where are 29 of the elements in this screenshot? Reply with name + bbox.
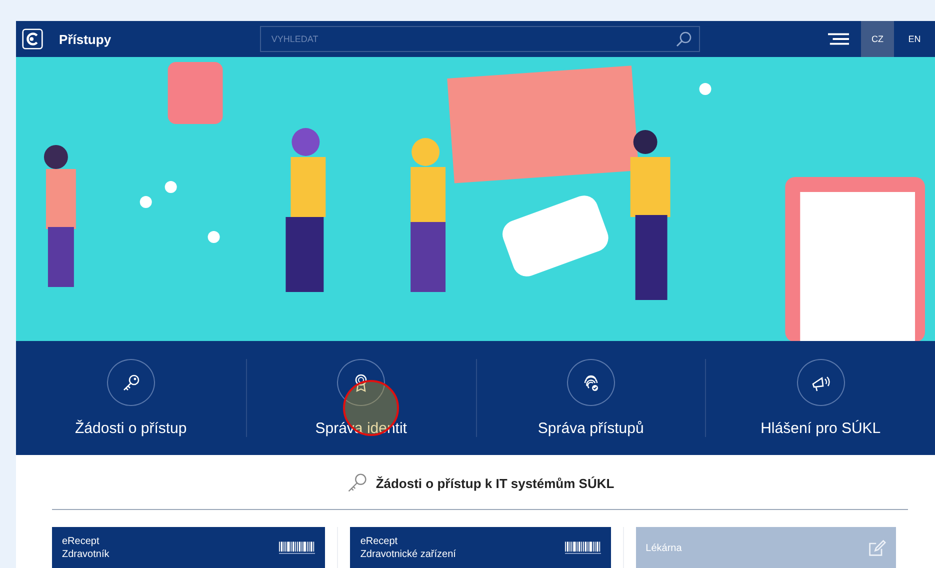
fingerprint-icon	[566, 359, 615, 406]
key-icon	[346, 472, 368, 494]
section-title: Žádosti o přístup k IT systémům SÚKL	[376, 476, 614, 490]
search-field[interactable]: VYHLEDAT	[260, 26, 700, 52]
app-title[interactable]: Přístupy	[59, 32, 202, 46]
menu-icon[interactable]	[828, 33, 850, 45]
megaphone-icon	[796, 359, 845, 406]
card-label: Zdravotnické zařízení	[360, 548, 456, 561]
nav-label: Správa přístupů	[538, 420, 644, 437]
card-label: eRecept	[360, 535, 399, 548]
key-icon	[106, 359, 155, 406]
badge-icon	[337, 359, 386, 406]
search-icon[interactable]	[676, 31, 692, 47]
nav-label: Hlášení pro SÚKL	[760, 420, 881, 437]
nav-tile[interactable]: Žádosti o přístup	[16, 359, 246, 437]
barcode-icon	[564, 541, 601, 555]
card-label: Zdravotník	[62, 548, 110, 561]
language-tab[interactable]: EN	[898, 21, 932, 57]
card-label: Lékárna	[646, 542, 682, 554]
edit-icon	[868, 539, 886, 557]
logo-icon[interactable]	[22, 28, 44, 50]
system-card[interactable]: eRecept Zdravotnické zařízení	[350, 527, 611, 568]
language-tab[interactable]: CZ	[861, 21, 894, 57]
nav-tile[interactable]: Správa přístupů	[476, 359, 706, 437]
nav-label: Žádosti o přístup	[75, 420, 187, 437]
card-label: eRecept	[62, 535, 100, 548]
system-card[interactable]: eRecept Zdravotník	[52, 527, 326, 568]
nav-tile[interactable]: Hlášení pro SÚKL	[705, 359, 935, 437]
barcode-icon	[279, 541, 316, 555]
